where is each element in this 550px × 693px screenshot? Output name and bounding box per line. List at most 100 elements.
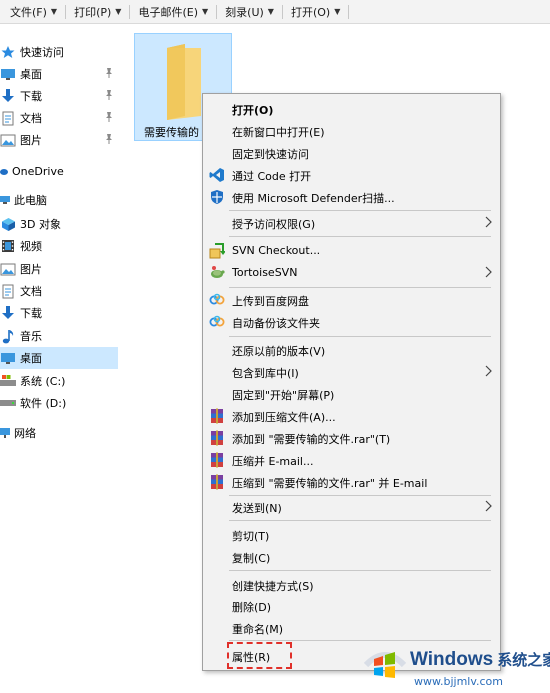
nav-this-pc-label: 此电脑 [14,194,47,207]
baidu-netdisk-icon [209,314,225,330]
nav-music-label: 音乐 [20,330,42,343]
nav-qa-desktop[interactable]: 桌面 [0,63,118,85]
menu-open[interactable]: 打开(O) [203,98,500,120]
nav-pictures-label: 图片 [20,263,42,276]
context-menu: 打开(O) 在新窗口中打开(E) 固定到快速访问 通过 Code 打开 使用 M… [202,93,501,671]
menu-pin-start[interactable]: 固定到"开始"屏幕(P) [203,383,500,405]
chevron-right-icon [485,216,492,228]
film-icon [0,238,16,254]
desktop-icon [0,350,16,366]
nav-documents[interactable]: 文档 [0,280,118,302]
menu-defender-scan[interactable]: 使用 Microsoft Defender扫描... [203,186,500,208]
toolbar-burn-button[interactable]: 刻录(U) ▼ [217,0,278,24]
nav-quick-access-label: 快速访问 [20,46,64,59]
menu-send-to[interactable]: 发送到(N) [203,496,500,518]
pin-icon [106,68,112,78]
menu-create-shortcut[interactable]: 创建快捷方式(S) [203,574,500,596]
toolbar-file-button[interactable]: 文件(F) ▼ [2,0,61,24]
navigation-pane: 快速访问 桌面 下载 文档 图片 OneDrive 此电脑 3D 对象 视频 图… [0,30,118,693]
winrar-icon [209,408,225,424]
menu-restore-previous[interactable]: 还原以前的版本(V) [203,339,500,361]
menu-upload-baidu[interactable]: 上传到百度网盘 [203,289,500,311]
nav-drive-d-label: 软件 (D:) [20,397,67,410]
nav-qa-downloads[interactable]: 下载 [0,85,118,107]
menu-separator [229,236,491,237]
nav-qa-downloads-label: 下载 [20,90,42,103]
menu-tortoise-svn[interactable]: TortoiseSVN [203,262,500,284]
menu-delete[interactable]: 删除(D) [203,595,500,617]
nav-documents-label: 文档 [20,285,42,298]
menu-rename[interactable]: 重命名(M) [203,617,500,639]
menu-add-to-rar[interactable]: 添加到 "需要传输的文件.rar"(T) [203,427,500,449]
menu-svn-checkout[interactable]: SVN Checkout... [203,240,500,262]
menu-copy-label: 复制(C) [232,552,271,565]
nav-drive-d[interactable]: 软件 (D:) [0,392,118,414]
nav-pictures[interactable]: 图片 [0,258,118,280]
nav-qa-pictures[interactable]: 图片 [0,129,118,151]
menu-svn-checkout-label: SVN Checkout... [232,244,321,257]
nav-qa-documents[interactable]: 文档 [0,107,118,129]
menu-compress-rar-email-label: 压缩到 "需要传输的文件.rar" 并 E-mail [232,477,428,490]
chevron-right-icon [485,365,492,377]
menu-send-to-label: 发送到(N) [232,502,282,515]
nav-drive-c[interactable]: 系统 (C:) [0,370,118,392]
chevron-right-icon [485,500,492,512]
windows-logo-icon [363,652,407,678]
menu-separator [229,520,491,521]
document-icon [0,283,16,299]
computer-icon [0,192,10,208]
watermark-brand: Windows 系统之家 [410,649,550,671]
command-toolbar: 文件(F) ▼ 打印(P) ▼ 电子邮件(E) ▼ 刻录(U) ▼ 打开(O) … [0,0,550,24]
hard-drive-icon [0,395,16,411]
menu-grant-access[interactable]: 授予访问权限(G) [203,212,500,234]
menu-separator [229,210,491,211]
nav-videos[interactable]: 视频 [0,235,118,257]
menu-compress-email[interactable]: 压缩并 E-mail... [203,449,500,471]
menu-pin-quick-access-label: 固定到快速访问 [232,148,309,161]
menu-cut[interactable]: 剪切(T) [203,524,500,546]
menu-compress-rar-email[interactable]: 压缩到 "需要传输的文件.rar" 并 E-mail [203,471,500,493]
nav-network-label: 网络 [14,427,36,440]
nav-music[interactable]: 音乐 [0,325,118,347]
chevron-down-icon: ▼ [267,7,274,16]
watermark: Windows 系统之家 www.bjjmlv.com [358,637,550,693]
menu-add-archive-label: 添加到压缩文件(A)... [232,411,336,424]
toolbar-print-label: 打印(P) [74,5,112,19]
menu-grant-access-label: 授予访问权限(G) [232,218,316,231]
nav-onedrive[interactable]: OneDrive [0,160,118,182]
menu-include-library[interactable]: 包含到库中(I) [203,361,500,383]
music-note-icon [0,328,16,344]
menu-separator [229,570,491,571]
toolbar-print-button[interactable]: 打印(P) ▼ [66,0,125,24]
nav-quick-access[interactable]: 快速访问 [0,41,118,63]
nav-this-pc[interactable]: 此电脑 [0,189,118,211]
menu-cut-label: 剪切(T) [232,530,270,543]
pin-icon [106,134,112,144]
nav-network[interactable]: 网络 [0,422,118,444]
toolbar-email-label: 电子邮件(E) [138,5,198,19]
menu-add-archive[interactable]: 添加到压缩文件(A)... [203,405,500,427]
desktop-icon [0,66,16,82]
nav-desktop[interactable]: 桌面 [0,347,118,369]
winrar-icon [209,430,225,446]
pin-icon [106,112,112,122]
chevron-down-icon: ▼ [115,7,122,16]
nav-qa-pictures-label: 图片 [20,134,42,147]
menu-open-with-code[interactable]: 通过 Code 打开 [203,164,500,186]
menu-restore-previous-label: 还原以前的版本(V) [232,345,326,358]
chevron-down-icon: ▼ [334,7,341,16]
toolbar-burn-label: 刻录(U) [225,5,264,19]
nav-downloads[interactable]: 下载 [0,302,118,324]
menu-open-new-window[interactable]: 在新窗口中打开(E) [203,120,500,142]
menu-pin-quick-access[interactable]: 固定到快速访问 [203,142,500,164]
toolbar-divider [348,4,350,19]
nav-3d-objects[interactable]: 3D 对象 [0,213,118,235]
menu-auto-backup[interactable]: 自动备份该文件夹 [203,311,500,333]
toolbar-email-button[interactable]: 电子邮件(E) ▼ [130,0,212,24]
menu-include-library-label: 包含到库中(I) [232,367,299,380]
nav-downloads-label: 下载 [20,307,42,320]
menu-copy[interactable]: 复制(C) [203,546,500,568]
toolbar-open-label: 打开(O) [290,5,331,19]
nav-3d-objects-label: 3D 对象 [20,218,61,231]
toolbar-open-button[interactable]: 打开(O) ▼ [283,0,344,24]
